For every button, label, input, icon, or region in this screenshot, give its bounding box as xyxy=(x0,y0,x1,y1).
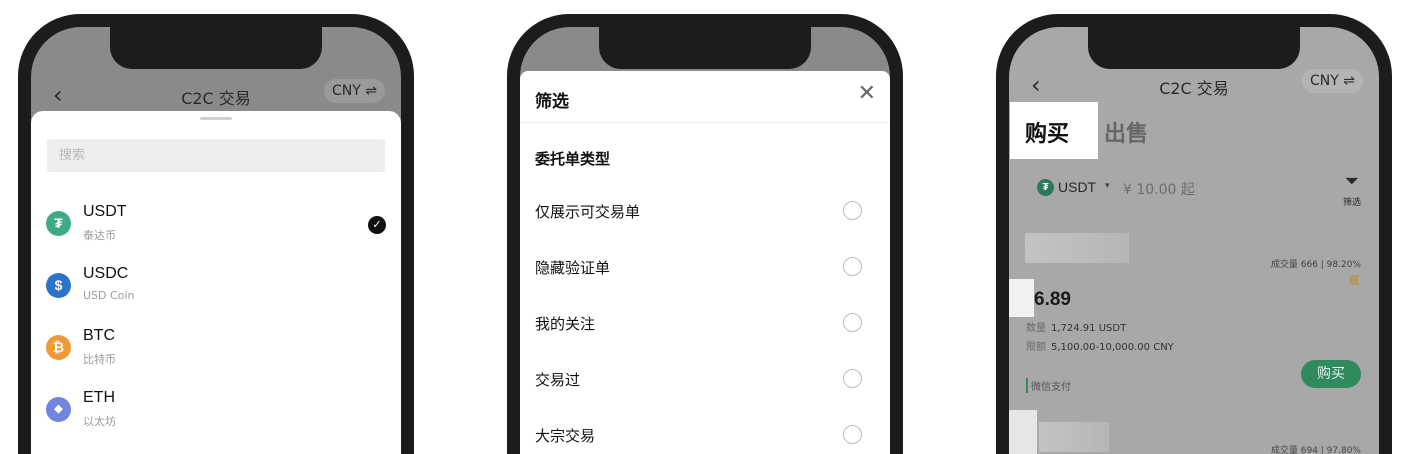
usdc-icon: $ xyxy=(46,273,71,298)
tab-buy-label: 购买 xyxy=(1025,122,1070,147)
quantity-label: 数量 xyxy=(1026,323,1046,334)
nav-bar: ‹ C2C 交易 CNY ⇌ xyxy=(31,75,401,115)
nav-bar: ‹ C2C 交易 CNY ⇌ xyxy=(1009,65,1379,105)
screen: 筛选 ✕ 委托单类型 仅展示可交易单 隐藏验证单 我的关注 交易过 大宗交易 xyxy=(520,27,890,454)
option-label: 大宗交易 xyxy=(535,427,596,445)
side-button xyxy=(898,204,903,260)
ad-quantity: 数量 1,724.91 USDT xyxy=(1026,319,1126,334)
ad-price: 6.89 xyxy=(1034,289,1071,310)
coin-item-eth[interactable]: ◆ ETH 以太坊 xyxy=(31,385,401,441)
filter-option-traded[interactable]: 交易过 xyxy=(520,361,890,397)
tether-icon: ₮ xyxy=(1037,179,1054,196)
phone-filter: 筛选 ✕ 委托单类型 仅展示可交易单 隐藏验证单 我的关注 交易过 大宗交易 xyxy=(507,14,903,454)
limit-label: 限额 xyxy=(1026,342,1046,353)
option-label: 隐藏验证单 xyxy=(535,259,611,277)
coin-name: USD Coin xyxy=(83,289,135,302)
coin-item-btc[interactable]: ₿ BTC 比特币 xyxy=(31,323,401,379)
radio-button[interactable] xyxy=(843,313,862,332)
coin-picker-sheet: ₮ USDT 泰达币 ✓ $ USDC USD Coin ₿ BTC 比特币 ◆ xyxy=(31,111,401,454)
coin-name: 以太坊 xyxy=(83,415,116,428)
merchant-avatar-blurred xyxy=(1025,233,1129,263)
blurred-patch xyxy=(1009,410,1037,454)
screen: ‹ C2C 交易 CNY ⇌ 购买 出售 ₮ USDT ▾ ¥ 10.00 起 … xyxy=(1009,27,1379,454)
notch xyxy=(599,27,811,69)
order-type-heading: 委托单类型 xyxy=(535,150,611,168)
radio-button[interactable] xyxy=(843,257,862,276)
filter-sheet: 筛选 ✕ 委托单类型 仅展示可交易单 隐藏验证单 我的关注 交易过 大宗交易 xyxy=(520,71,890,454)
notch xyxy=(1088,27,1300,69)
phone-coin-picker: ‹ C2C 交易 CNY ⇌ ₮ USDT 泰达币 ✓ $ USDC USD C… xyxy=(18,14,414,454)
filter-header: 筛选 ✕ xyxy=(520,71,890,123)
coin-symbol: USDC xyxy=(83,265,129,282)
sheet-grabber[interactable] xyxy=(200,117,232,120)
ad-limit: 限额 5,100.00-10,000.00 CNY xyxy=(1026,338,1174,353)
coin-item-usdt[interactable]: ₮ USDT 泰达币 ✓ xyxy=(31,199,401,255)
merchant-badge-icon xyxy=(1349,275,1359,285)
filter-option-bulk[interactable]: 大宗交易 xyxy=(520,417,890,453)
coin-symbol: BTC xyxy=(83,327,115,344)
currency-switch[interactable]: CNY ⇌ xyxy=(324,79,385,103)
check-icon: ✓ xyxy=(368,216,386,234)
chevron-down-icon[interactable]: ▾ xyxy=(1105,181,1110,191)
phone-market: ‹ C2C 交易 CNY ⇌ 购买 出售 ₮ USDT ▾ ¥ 10.00 起 … xyxy=(996,14,1392,454)
stage: ‹ C2C 交易 CNY ⇌ ₮ USDT 泰达币 ✓ $ USDC USD C… xyxy=(0,0,1410,454)
coin-symbol: ETH xyxy=(83,389,115,406)
radio-button[interactable] xyxy=(843,425,862,444)
amount-input[interactable]: ¥ 10.00 起 xyxy=(1123,179,1195,199)
screen: ‹ C2C 交易 CNY ⇌ ₮ USDT 泰达币 ✓ $ USDC USD C… xyxy=(31,27,401,454)
tab-sell[interactable]: 出售 xyxy=(1104,116,1148,148)
payment-method: 微信支付 xyxy=(1026,378,1071,393)
coin-item-usdc[interactable]: $ USDC USD Coin xyxy=(31,261,401,317)
coin-name: 比特币 xyxy=(83,353,116,366)
filter-icon[interactable]: ⏷ xyxy=(1345,171,1359,192)
filter-label[interactable]: 筛选 xyxy=(1343,195,1361,208)
side-button xyxy=(18,122,23,158)
option-label: 仅展示可交易单 xyxy=(535,203,641,221)
market-filter-bar: ₮ USDT ▾ ¥ 10.00 起 ⏷ 筛选 xyxy=(1025,163,1363,215)
tether-icon: ₮ xyxy=(46,211,71,236)
trade-stats: 成交量 694 | 97.80% xyxy=(1270,446,1361,454)
option-label: 交易过 xyxy=(535,371,581,389)
search-input[interactable] xyxy=(47,139,385,172)
buy-button[interactable]: 购买 xyxy=(1301,360,1361,388)
filter-title: 筛选 xyxy=(535,92,569,112)
radio-button[interactable] xyxy=(843,369,862,388)
bitcoin-icon: ₿ xyxy=(46,335,71,360)
limit-value: 5,100.00-10,000.00 CNY xyxy=(1051,342,1174,353)
filter-option-hide-verify[interactable]: 隐藏验证单 xyxy=(520,249,890,285)
coin-selector[interactable]: USDT xyxy=(1058,179,1096,195)
blurred-patch xyxy=(1009,279,1034,317)
ethereum-icon: ◆ xyxy=(46,397,71,422)
option-label: 我的关注 xyxy=(535,315,596,333)
close-icon[interactable]: ✕ xyxy=(858,83,876,105)
side-button xyxy=(996,122,1001,158)
merchant-avatar-blurred xyxy=(1039,422,1109,452)
currency-switch[interactable]: CNY ⇌ xyxy=(1302,69,1363,93)
trade-stats: 成交量 666 | 98.20% xyxy=(1270,260,1361,270)
side-button xyxy=(1387,204,1392,260)
radio-button[interactable] xyxy=(843,201,862,220)
coin-name: 泰达币 xyxy=(83,229,116,242)
coin-symbol: USDT xyxy=(83,203,127,220)
quantity-value: 1,724.91 USDT xyxy=(1051,323,1127,334)
filter-option-following[interactable]: 我的关注 xyxy=(520,305,890,341)
filter-option-tradable[interactable]: 仅展示可交易单 xyxy=(520,193,890,229)
tab-buy[interactable]: 购买 xyxy=(1010,102,1098,159)
notch xyxy=(110,27,322,69)
